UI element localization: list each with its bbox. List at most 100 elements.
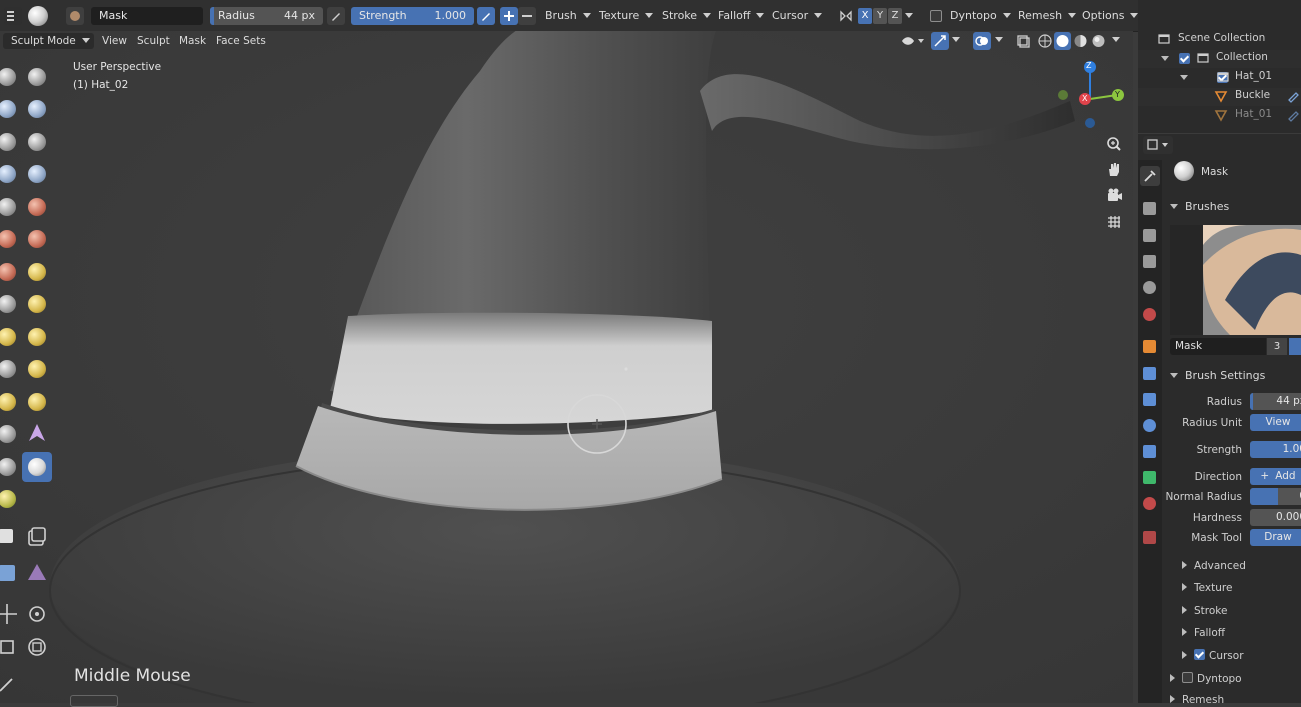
menu-mask[interactable]: Mask [179,33,206,49]
radius-prop-field[interactable]: 44 px [1250,393,1301,410]
tool-simplify-icon[interactable] [0,452,22,482]
tool-pinch-icon[interactable] [0,289,22,319]
tool-clay-thumb-icon[interactable] [0,127,22,157]
tool-transform-icon[interactable] [22,632,52,662]
brushes-section-header[interactable]: Brushes [1170,200,1229,213]
hat01-expand-icon[interactable] [1180,75,1188,80]
buckle-modifier-icon[interactable] [1286,89,1300,103]
tool-elastic-deform-icon[interactable] [0,322,22,352]
remesh-panel[interactable]: Remesh [1170,694,1224,706]
strength-field[interactable]: Strength 1.000 [351,7,474,25]
tool-crease-icon[interactable] [0,192,22,222]
symmetry-dropdown-icon[interactable] [905,13,913,18]
tool-layer-icon[interactable] [22,127,52,157]
overlays-toggle-icon[interactable] [973,32,991,50]
remesh-menu[interactable]: Remesh [1012,7,1082,25]
tab-output-icon[interactable] [1143,229,1156,242]
tool-mask-icon[interactable] [22,452,52,482]
tab-material-icon[interactable] [1143,497,1156,510]
tool-annotate-icon[interactable] [0,669,22,699]
overlays-dropdown-icon[interactable] [995,37,1003,42]
tab-scene-icon[interactable] [1143,281,1156,294]
direction-add-button[interactable]: + Add [1250,468,1301,485]
radius-field[interactable]: Radius 44 px [210,7,323,25]
gizmo-dropdown-icon[interactable] [952,37,960,42]
hardness-field[interactable]: 0.000 [1250,509,1301,526]
strength-prop-field[interactable]: 1.00 [1250,441,1301,458]
properties-editor-type-icon[interactable] [1143,136,1173,154]
tool-move-icon[interactable] [0,599,22,629]
editor-type-icon[interactable] [4,7,22,25]
dyntopo-panel[interactable]: Dyntopo [1170,672,1242,685]
options-menu[interactable]: Options [1076,7,1144,25]
tool-blob-icon[interactable] [22,159,52,189]
tool-fill-icon[interactable] [22,224,52,254]
shading-dropdown-icon[interactable] [1112,37,1120,42]
tab-constraints-icon[interactable] [1143,445,1156,458]
tab-render-icon[interactable] [1143,202,1156,215]
falloff-subpanel[interactable]: Falloff [1182,627,1225,639]
direction-add-icon[interactable] [500,7,518,25]
menu-view[interactable]: View [102,33,127,49]
tool-slide-relax-icon[interactable] [0,419,22,449]
symmetry-x-toggle[interactable]: X [858,8,872,24]
brush-thumbnail[interactable] [1170,225,1301,335]
shading-solid-icon[interactable] [1054,32,1071,50]
fake-user-shield-icon[interactable] [1289,338,1301,355]
hat-model-render[interactable] [0,31,1133,703]
xray-toggle-icon[interactable] [1015,32,1031,50]
tool-snake-hook-icon[interactable] [22,322,52,352]
tool-lasso-mask-icon[interactable] [22,522,52,552]
menu-brush[interactable]: Brush [539,7,597,25]
symmetry-z-toggle[interactable]: Z [888,8,902,24]
tool-scale-icon[interactable] [0,632,22,662]
direction-subtract-icon[interactable] [518,7,536,25]
brush-name-field[interactable]: Mask [91,7,203,25]
tab-data-icon[interactable] [1143,471,1156,484]
tool-flatten-icon[interactable] [0,224,22,254]
tool-pose-icon[interactable] [22,354,52,384]
visibility-icon[interactable] [899,32,927,50]
brush-settings-section-header[interactable]: Brush Settings [1170,369,1265,382]
dyntopo-menu[interactable]: Dyntopo [944,7,1017,25]
brush-datablock-field[interactable]: Mask [1170,338,1266,355]
tab-world-icon[interactable] [1143,308,1156,321]
symmetry-y-toggle[interactable]: Y [873,8,887,24]
dyntopo-panel-checkbox[interactable] [1182,672,1193,683]
tool-draw-face-sets-icon[interactable] [0,484,22,514]
brush-users-count[interactable]: 3 [1267,338,1287,355]
tool-clay-icon[interactable] [0,94,22,124]
pan-hand-icon[interactable] [1103,159,1125,181]
zoom-icon[interactable] [1103,133,1125,155]
symmetry-icon[interactable] [837,7,855,25]
tab-physics-icon[interactable] [1143,419,1156,432]
tool-nudge-icon[interactable] [0,387,22,417]
gizmo-toggle-icon[interactable] [931,32,949,50]
advanced-subpanel[interactable]: Advanced [1182,560,1246,572]
mask-tool-draw-button[interactable]: Draw [1250,529,1301,546]
radius-unit-view-button[interactable]: View [1250,414,1301,431]
tool-rotate-transform-icon[interactable] [22,599,52,629]
brush-browse-icon[interactable] [66,7,84,25]
texture-subpanel[interactable]: Texture [1182,582,1232,594]
tool-multiplane-scrape-icon[interactable] [22,257,52,287]
stroke-subpanel[interactable]: Stroke [1182,605,1227,617]
radius-pressure-icon[interactable] [327,7,345,25]
tool-clay-strips-icon[interactable] [22,94,52,124]
3d-viewport[interactable]: User Perspective (1) Hat_02 Middle Mouse… [0,31,1133,707]
tool-thumb-icon[interactable] [0,354,22,384]
tool-draw-icon[interactable] [0,62,22,92]
shading-wireframe-icon[interactable] [1037,32,1054,50]
camera-view-icon[interactable] [1103,185,1125,207]
cursor-checkbox[interactable] [1194,649,1205,660]
tab-modifiers-icon[interactable] [1143,367,1156,380]
menu-stroke[interactable]: Stroke [656,7,717,25]
tool-mesh-filter-icon[interactable] [22,558,52,588]
tool-cloth-icon[interactable] [22,419,52,449]
ortho-grid-icon[interactable] [1103,211,1125,233]
dyntopo-checkbox[interactable] [930,10,942,22]
strength-pressure-icon[interactable] [477,7,495,25]
shading-material-icon[interactable] [1072,32,1089,50]
menu-sculpt[interactable]: Sculpt [137,33,170,49]
mode-selector[interactable]: Sculpt Mode [3,33,94,49]
